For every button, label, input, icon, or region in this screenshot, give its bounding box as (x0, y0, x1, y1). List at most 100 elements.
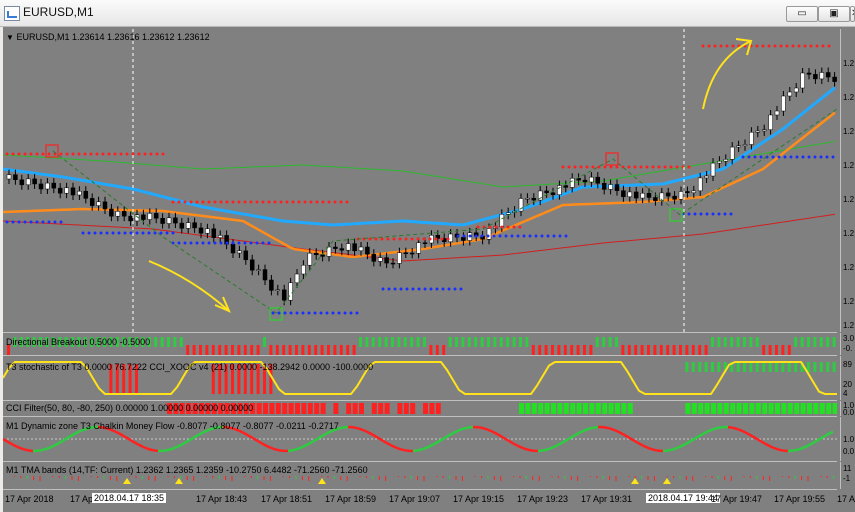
dynamic-zone-pane[interactable]: M1 Dynamic zone T3 Chalkin Money Flow -0… (3, 417, 837, 462)
breakout-bar (218, 345, 222, 355)
cci-green-block (749, 403, 755, 414)
stoch-bar (794, 362, 798, 372)
candle-body (525, 197, 530, 200)
support-dot (53, 220, 57, 224)
scale-label: 4 (843, 389, 848, 398)
candle-body (813, 74, 818, 80)
dz-segment (377, 436, 384, 442)
candle-body (211, 228, 217, 238)
dz-segment (807, 441, 814, 447)
breakout-bar (295, 345, 298, 355)
support-dot (343, 311, 347, 315)
stoch-bar (832, 362, 836, 372)
cci-red-block (346, 403, 352, 414)
support-dot (528, 234, 532, 238)
dynamic-scale: 1.0 0.0 (840, 417, 855, 461)
dz-segment (182, 440, 189, 446)
cci-red-block (359, 403, 364, 414)
main-price-pane[interactable]: ▼ EURUSD,M1 1.23614 1.23616 1.23612 1.23… (3, 29, 837, 333)
candle-body (64, 187, 69, 194)
candle-body (25, 178, 31, 186)
resistance-dot (440, 237, 444, 241)
breakout-bar (499, 337, 503, 347)
resistance-dot (71, 152, 75, 156)
dz-segment (252, 437, 259, 443)
dz-segment (687, 438, 694, 444)
candle-body (256, 269, 261, 271)
support-dot (741, 155, 745, 159)
resistance-dot (47, 152, 51, 156)
minimize-button[interactable]: ▭ (786, 6, 818, 22)
support-dot (435, 287, 439, 291)
support-dot (23, 220, 27, 224)
candle-body (32, 178, 37, 185)
resistance-dot (237, 200, 241, 204)
support-dot (498, 234, 502, 238)
cci-red-block (352, 403, 358, 414)
title-bar[interactable]: EURUSD,M1 ▭ ▣ ✕ (0, 0, 855, 27)
breakout-bar (711, 337, 714, 347)
support-dot (135, 231, 139, 235)
cci-filter-pane[interactable]: CCI Filter(50, 80, -80, 250) 0.00000 1.0… (3, 401, 837, 417)
breakout-bar (563, 345, 567, 355)
support-dot (29, 220, 33, 224)
candle-body (774, 110, 780, 116)
cci-green-block (531, 403, 537, 414)
crosshair-time-label-2: 2018.04.17 19:44 (646, 493, 721, 503)
cci-green-block (602, 403, 608, 414)
resistance-dot (579, 165, 583, 169)
candle-body (416, 242, 421, 254)
dz-segment (57, 439, 64, 445)
support-dot (93, 231, 97, 235)
cci-red-block (403, 403, 409, 414)
resistance-dot (297, 200, 301, 204)
dz-segment (297, 445, 304, 450)
ma-green-line (3, 140, 836, 188)
directional-breakout-pane[interactable]: Directional Breakout 0.5000 -0.5000 (3, 333, 837, 356)
breakout-bar (775, 345, 778, 355)
price-label: 1.2 (843, 321, 855, 330)
dz-segment (707, 428, 714, 433)
close-button[interactable]: ✕ (850, 6, 855, 22)
support-dot (393, 287, 397, 291)
resistance-dot (809, 44, 813, 48)
support-dot (41, 220, 45, 224)
tma-bands-pane[interactable]: M1 TMA bands (14,TF: Current) 1.2362 1.2… (3, 462, 837, 490)
time-axis[interactable]: 17 Apr 2018 17 Ap 2018.04.17 18:35 17 Ap… (3, 490, 855, 512)
candle-body (736, 145, 741, 148)
dz-segment (477, 425, 484, 430)
resistance-dot (785, 44, 789, 48)
support-dot (319, 311, 323, 315)
resistance-dot (291, 200, 295, 204)
stochastic-pane[interactable]: T3 stochastic of T3 0.0000 76.7222 CCI_X… (3, 356, 837, 401)
resistance-dot (404, 237, 408, 241)
candle-body (544, 190, 549, 194)
cci-green-block (819, 403, 825, 414)
breakout-bar (391, 337, 394, 347)
breakout-bar (807, 337, 810, 347)
candle-body (288, 282, 293, 301)
support-dot (35, 220, 39, 224)
stoch-bar (787, 362, 791, 372)
support-dot (283, 311, 287, 315)
dz-segment (627, 435, 634, 442)
scale-label: 89 (843, 360, 852, 369)
resistance-dot (422, 237, 426, 241)
maximize-button[interactable]: ▣ (818, 6, 850, 22)
candle-body (697, 177, 703, 192)
support-dot (325, 311, 329, 315)
resistance-dot (755, 44, 759, 48)
price-label: 1.2 (843, 59, 855, 68)
dz-segment (322, 431, 329, 437)
candle-body (589, 176, 594, 183)
candle-body (569, 178, 575, 188)
dz-segment (592, 425, 599, 429)
collapse-arrow-icon[interactable]: ▼ (6, 33, 14, 42)
price-scale[interactable]: 1.2 1.2 1.2 1.2 1.2 1.2 1.2 1.2 1.2 (840, 29, 855, 332)
breakout-bar (736, 337, 740, 347)
dz-segment (507, 439, 514, 445)
support-dot (546, 234, 550, 238)
cci-green-block (621, 403, 627, 414)
resistance-dot (500, 225, 504, 229)
support-dot (468, 234, 472, 238)
